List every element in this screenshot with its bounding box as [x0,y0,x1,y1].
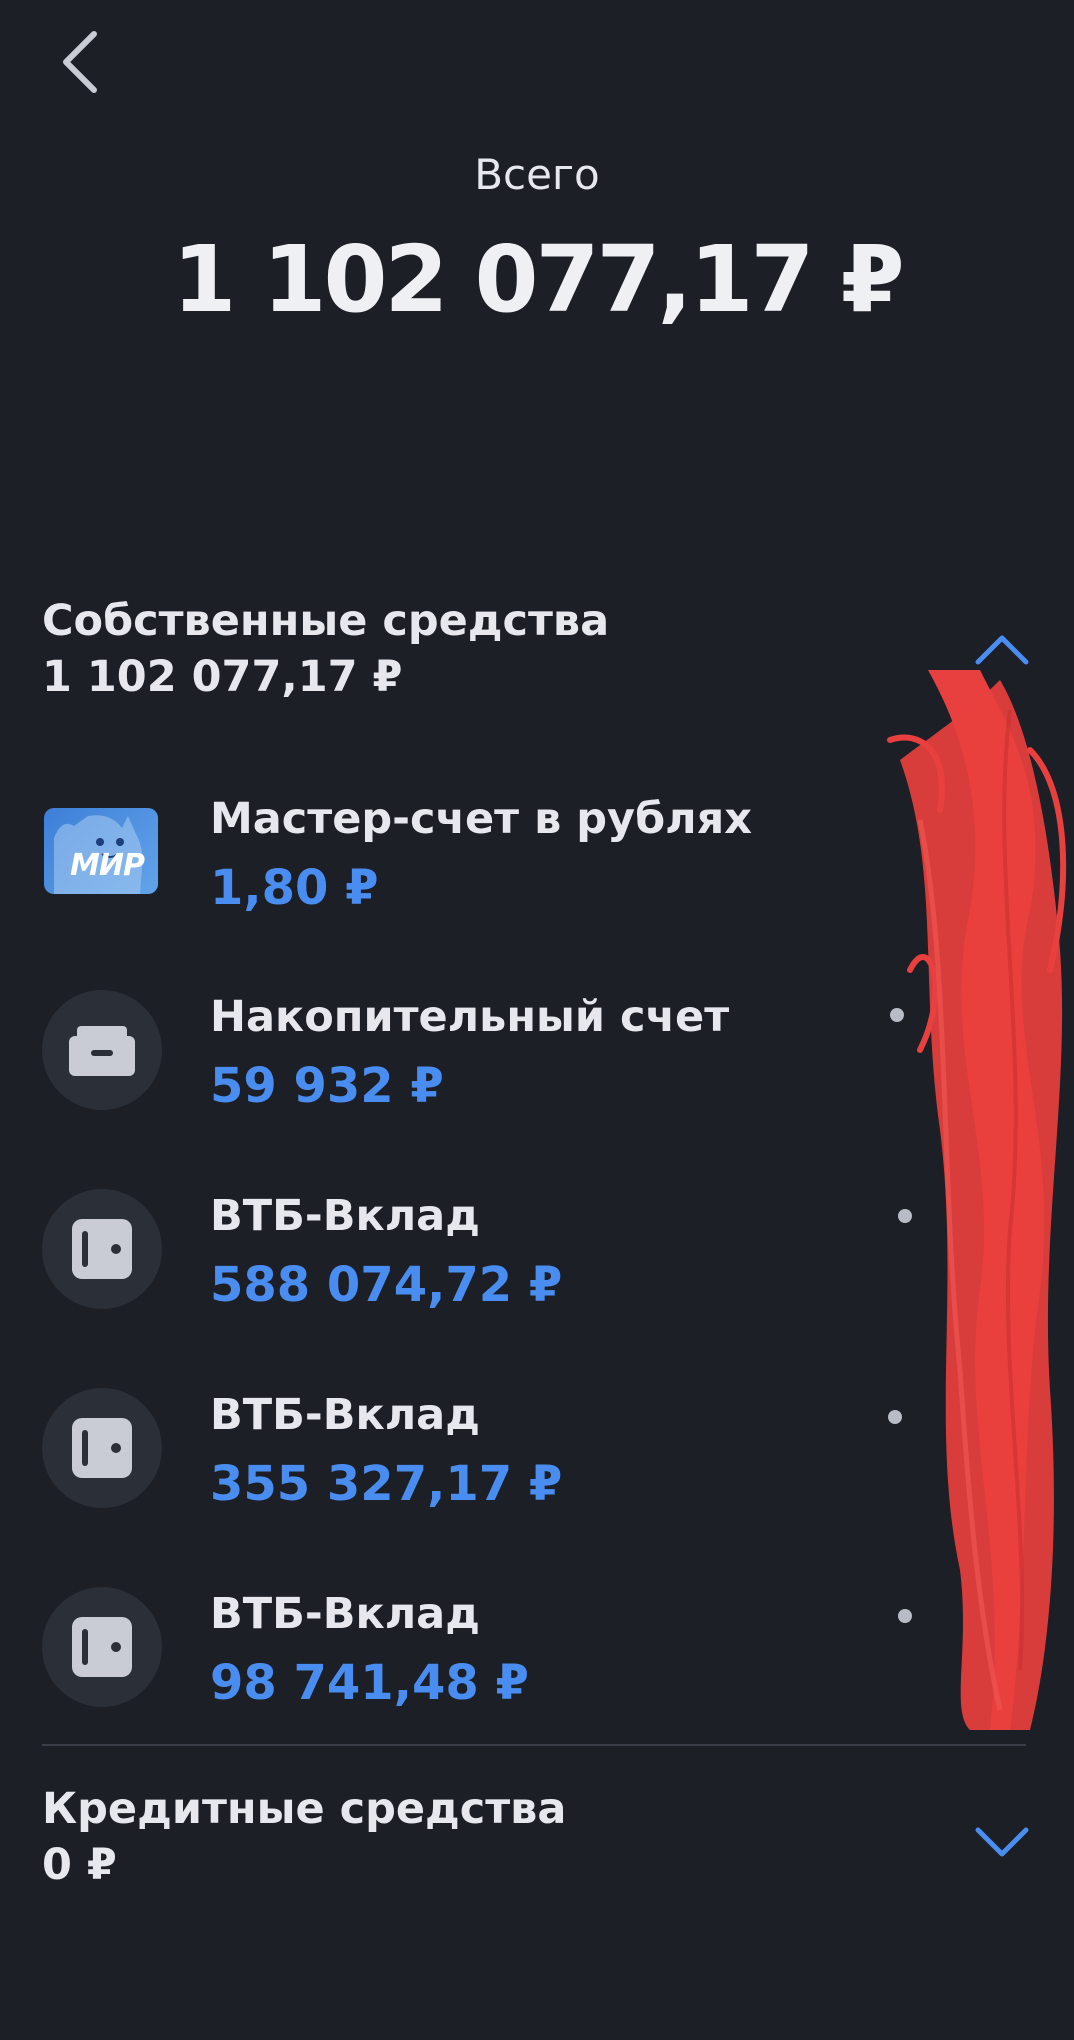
account-balance: 59 932 ₽ [210,1058,444,1114]
mir-card-icon: МИР [44,808,158,894]
section-divider [42,1744,1026,1746]
mir-card-text: МИР [70,848,145,883]
redaction-scribble [887,670,1067,1730]
wallet-icon [42,990,162,1110]
account-balance: 98 741,48 ₽ [210,1655,529,1711]
back-button[interactable] [40,22,120,102]
chevron-down-icon[interactable] [972,1822,1032,1862]
credit-funds-title: Кредитные средства [42,1784,567,1834]
safe-icon [42,1587,162,1707]
account-name: ВТБ-Вклад [210,1191,480,1241]
chevron-left-icon [63,31,97,93]
account-name: Мастер-счет в рублях [210,794,752,844]
credit-funds-amount: 0 ₽ [42,1839,117,1890]
account-name: Накопительный счет [210,992,730,1042]
credit-funds-header[interactable]: Кредитные средства 0 ₽ [42,1784,1032,1891]
safe-icon [42,1189,162,1309]
account-balance: 1,80 ₽ [210,860,379,916]
total-amount: 1 102 077,17 ₽ [172,226,904,333]
chevron-up-icon[interactable] [972,630,1032,670]
account-name: ВТБ-Вклад [210,1390,480,1440]
total-label: Всего [474,150,600,199]
account-balance: 588 074,72 ₽ [210,1257,563,1313]
safe-icon [42,1388,162,1508]
account-balance: 355 327,17 ₽ [210,1456,563,1512]
account-name: ВТБ-Вклад [210,1589,480,1639]
own-funds-title: Собственные средства [42,596,610,646]
